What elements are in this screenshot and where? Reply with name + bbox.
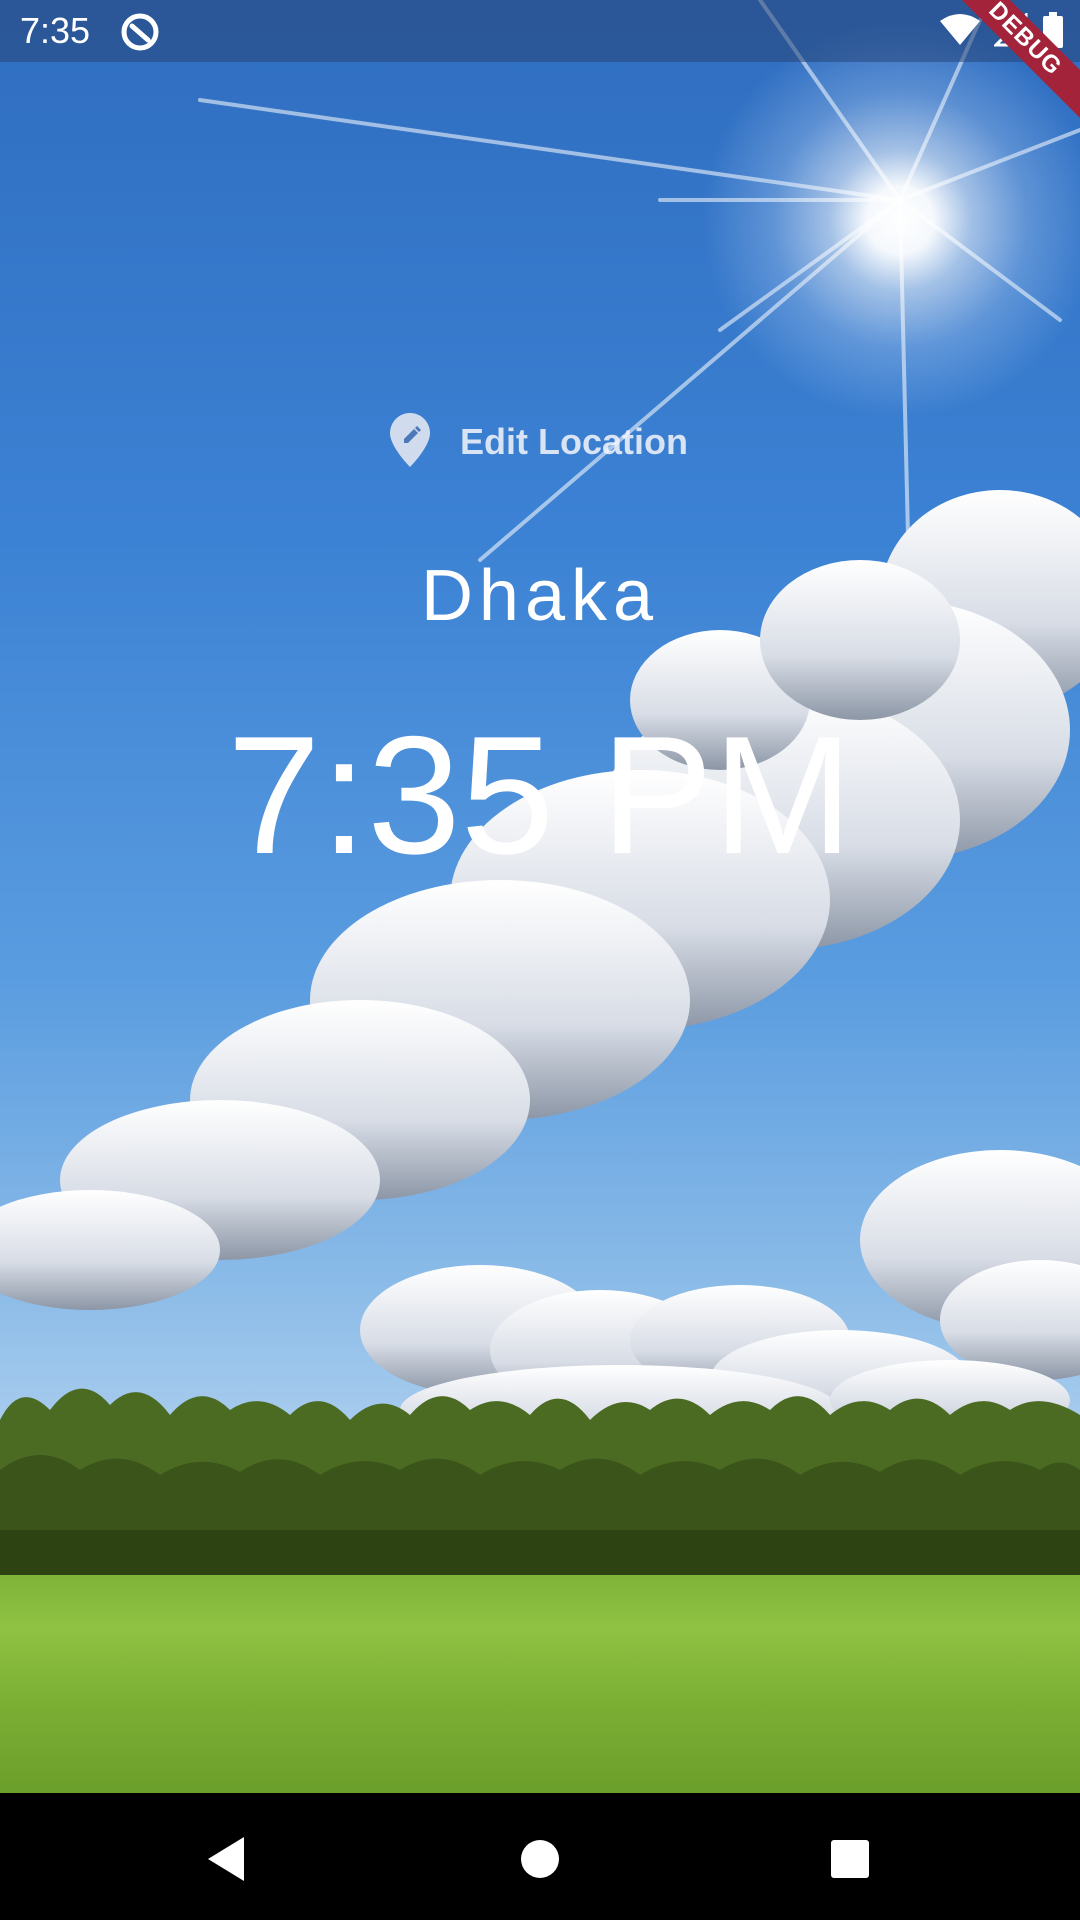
wifi-icon	[940, 13, 980, 52]
back-button[interactable]	[196, 1831, 256, 1891]
navigation-bar	[0, 1793, 1080, 1920]
background-image	[0, 0, 1080, 1793]
app-screen: 7:35 DEBUG Edit Location Dhaka 7:35 PM	[0, 0, 1080, 1920]
square-recents-icon	[830, 1839, 870, 1884]
triangle-back-icon	[204, 1835, 248, 1888]
map-pin-edit-icon	[390, 412, 430, 472]
status-time: 7:35	[20, 10, 91, 51]
status-bar: 7:35	[0, 0, 1080, 62]
recents-button[interactable]	[820, 1831, 880, 1891]
current-time: 7:35 PM	[227, 701, 853, 889]
circle-home-icon	[520, 1839, 560, 1884]
city-name: Dhaka	[420, 556, 660, 636]
edit-location-button[interactable]: Edit Location	[390, 410, 688, 474]
circle-arrow-icon	[120, 12, 160, 52]
edit-location-label: Edit Location	[460, 421, 688, 462]
home-button[interactable]	[510, 1831, 570, 1891]
tree-line	[0, 1388, 1080, 1580]
grass-field	[0, 1575, 1080, 1793]
